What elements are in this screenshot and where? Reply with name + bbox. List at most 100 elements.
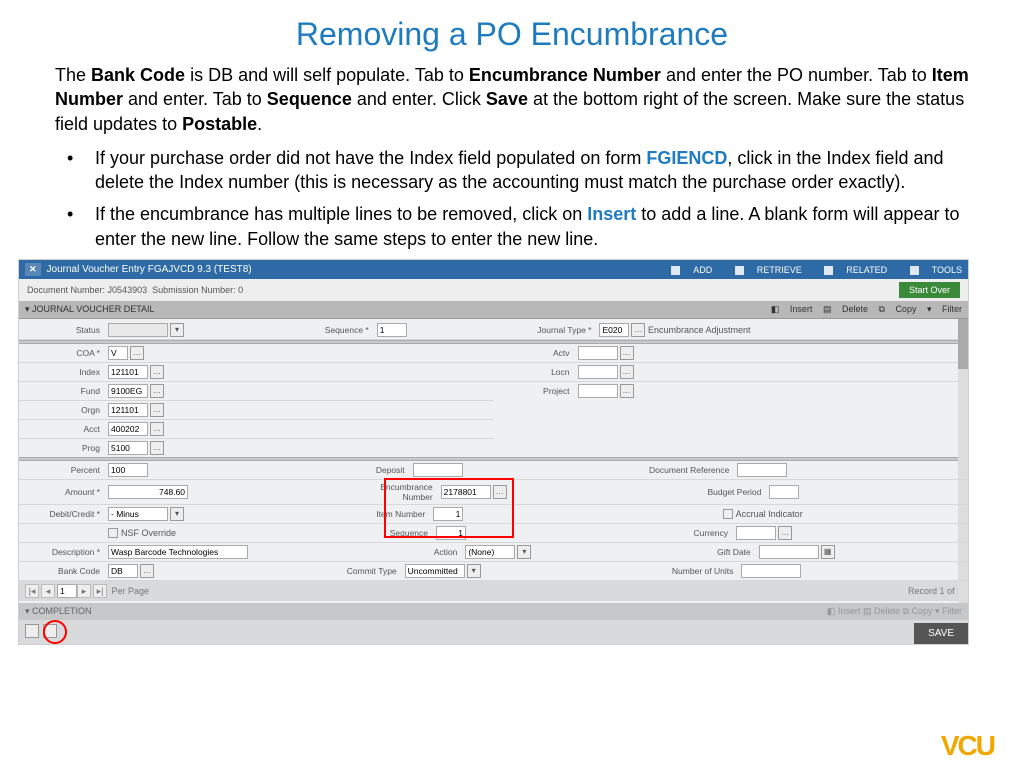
orgn-lookup-icon[interactable]: … (150, 403, 164, 417)
prog-lookup-icon[interactable]: … (150, 441, 164, 455)
related-icon (824, 266, 833, 275)
currency-field[interactable] (736, 526, 776, 540)
form-area: Status ▾ Sequence * Journal Type * … Enc… (19, 319, 968, 603)
index-field[interactable] (108, 365, 148, 379)
fund-field[interactable] (108, 384, 148, 398)
page-title: Removing a PO Encumbrance (55, 16, 969, 53)
budget-period-field[interactable] (769, 485, 799, 499)
deposit-field[interactable] (413, 463, 463, 477)
locn-label: Locn (494, 363, 574, 381)
section-header: ▾ JOURNAL VOUCHER DETAIL ◧ Insert ▤ Dele… (19, 301, 968, 319)
num-units-field[interactable] (741, 564, 801, 578)
debit-credit-dropdown-icon[interactable]: ▾ (170, 507, 184, 521)
retrieve-button[interactable]: RETRIEVE (725, 265, 802, 275)
commit-type-field[interactable] (405, 564, 465, 578)
orgn-field[interactable] (108, 403, 148, 417)
doc-ref-field[interactable] (737, 463, 787, 477)
percent-field[interactable] (108, 463, 148, 477)
bank-code-lookup-icon[interactable]: … (140, 564, 154, 578)
bullet-2: If the encumbrance has multiple lines to… (95, 202, 969, 251)
orgn-label: Orgn (19, 401, 104, 419)
seq2-label: Sequence (352, 524, 432, 542)
retrieve-icon (735, 266, 744, 275)
insert-button[interactable]: ◧ Insert (771, 304, 813, 314)
prev-page-icon[interactable]: ◂ (41, 584, 55, 598)
save-button[interactable]: SAVE (914, 623, 968, 644)
close-icon[interactable]: ✕ (25, 263, 41, 276)
locn-field[interactable] (578, 365, 618, 379)
comp-btn-1[interactable] (25, 624, 39, 638)
deposit-label: Deposit (329, 461, 409, 479)
record-count: Record 1 of 1 (908, 586, 962, 596)
item-number-field[interactable] (433, 507, 463, 521)
bullet-1: If your purchase order did not have the … (95, 146, 969, 195)
bank-code-label: Bank Code (19, 562, 104, 580)
tools-button[interactable]: TOOLS (900, 265, 962, 275)
enc-num-field[interactable] (441, 485, 491, 499)
status-label: Status (19, 321, 104, 339)
copy-button[interactable]: ⧉ Copy (879, 304, 917, 314)
locn-lookup-icon[interactable]: … (620, 365, 634, 379)
last-page-icon[interactable]: ▸| (93, 584, 107, 598)
commit-type-label: Commit Type (321, 562, 401, 580)
commit-type-dropdown-icon[interactable]: ▾ (467, 564, 481, 578)
app-screenshot: ✕ Journal Voucher Entry FGAJVCD 9.3 (TES… (18, 259, 969, 645)
status-lookup-icon[interactable]: ▾ (170, 323, 184, 337)
page-number-field[interactable] (57, 584, 77, 598)
journal-type-lookup-icon[interactable]: … (631, 323, 645, 337)
acct-label: Acct (19, 420, 104, 438)
add-button[interactable]: ADD (661, 265, 712, 275)
coa-field[interactable] (108, 346, 128, 360)
sequence-field[interactable] (377, 323, 407, 337)
gift-date-field[interactable] (759, 545, 819, 559)
description-field[interactable] (108, 545, 248, 559)
first-page-icon[interactable]: |◂ (25, 584, 39, 598)
enc-num-lookup-icon[interactable]: … (493, 485, 507, 499)
currency-lookup-icon[interactable]: … (778, 526, 792, 540)
related-button[interactable]: RELATED (814, 265, 887, 275)
calendar-icon[interactable]: ▦ (821, 545, 835, 559)
status-field[interactable] (108, 323, 168, 337)
delete-button[interactable]: ▤ Delete (823, 304, 868, 314)
seq2-field[interactable] (436, 526, 466, 540)
actv-label: Actv (494, 344, 574, 362)
action-field[interactable] (465, 545, 515, 559)
comp-btn-2[interactable] (43, 624, 57, 638)
gear-icon (910, 266, 919, 275)
fund-lookup-icon[interactable]: … (150, 384, 164, 398)
bank-code-field[interactable] (108, 564, 138, 578)
nsf-checkbox[interactable] (108, 528, 118, 538)
actv-lookup-icon[interactable]: … (620, 346, 634, 360)
acct-field[interactable] (108, 422, 148, 436)
debit-credit-label: Debit/Credit * (19, 505, 104, 523)
actv-field[interactable] (578, 346, 618, 360)
accrual-label: Accrual Indicator (736, 509, 803, 519)
acct-lookup-icon[interactable]: … (150, 422, 164, 436)
accrual-checkbox[interactable] (723, 509, 733, 519)
journal-type-label: Journal Type * (515, 321, 595, 339)
description-label: Description * (19, 543, 104, 561)
app-title: Journal Voucher Entry FGAJVCD 9.3 (TEST8… (47, 264, 652, 275)
coa-lookup-icon[interactable]: … (130, 346, 144, 360)
index-label: Index (19, 363, 104, 381)
sequence-label: Sequence * (293, 321, 373, 339)
start-over-button[interactable]: Start Over (899, 282, 960, 298)
gift-date-label: Gift Date (665, 543, 755, 561)
project-lookup-icon[interactable]: … (620, 384, 634, 398)
project-field[interactable] (578, 384, 618, 398)
amount-field[interactable] (108, 485, 188, 499)
nsf-label: NSF Override (121, 528, 176, 538)
prog-field[interactable] (108, 441, 148, 455)
index-lookup-icon[interactable]: … (150, 365, 164, 379)
currency-label: Currency (642, 524, 732, 542)
pager: |◂ ◂ ▸ ▸| Per Page Record 1 of 1 (19, 581, 968, 601)
debit-credit-field[interactable] (108, 507, 168, 521)
app-titlebar: ✕ Journal Voucher Entry FGAJVCD 9.3 (TES… (19, 260, 968, 279)
action-dropdown-icon[interactable]: ▾ (517, 545, 531, 559)
project-label: Project (494, 382, 574, 400)
journal-type-desc: Encumbrance Adjustment (648, 325, 751, 335)
next-page-icon[interactable]: ▸ (77, 584, 91, 598)
filter-button[interactable]: ▾ Filter (927, 304, 962, 314)
item-number-label: Item Number (349, 505, 429, 523)
journal-type-field[interactable] (599, 323, 629, 337)
